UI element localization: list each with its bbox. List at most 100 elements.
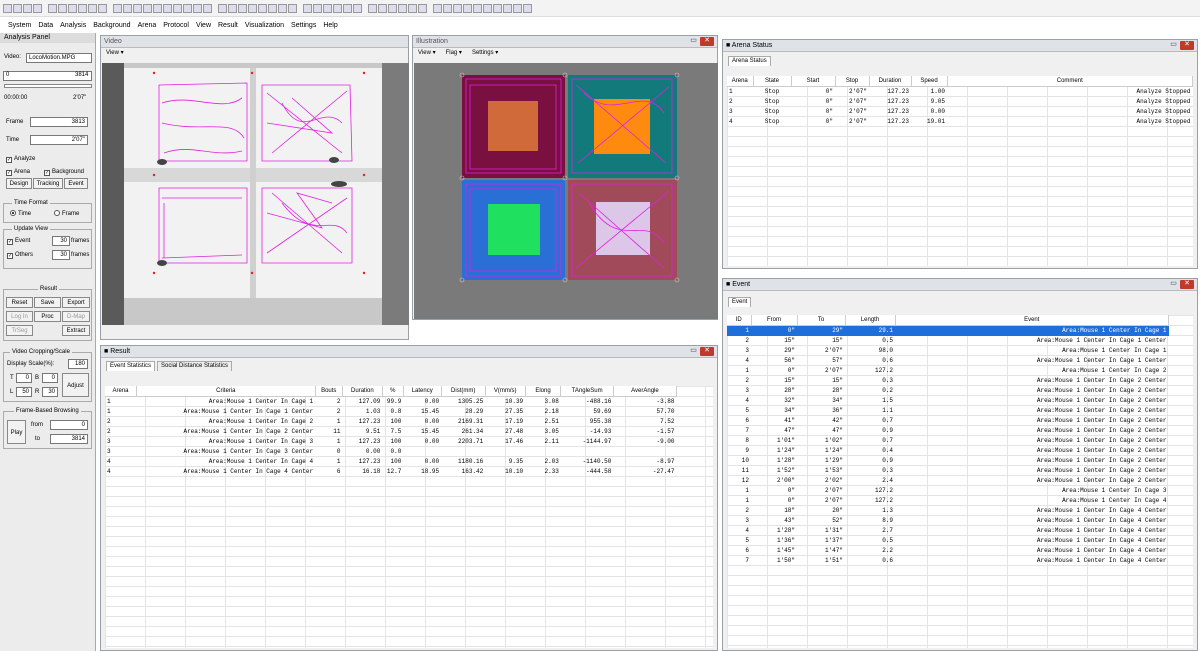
tool-icon[interactable] bbox=[378, 3, 387, 13]
illustration-view-menu[interactable]: View ▾ bbox=[418, 48, 436, 59]
menu-settings[interactable]: Settings bbox=[291, 22, 316, 29]
event-row[interactable]: 4 1'28" 1'31" 2.7 Area:Mouse 1 Center In Cag… bbox=[727, 526, 1169, 536]
tab-event[interactable]: Event bbox=[728, 297, 752, 307]
column-header[interactable]: Duration bbox=[342, 386, 383, 397]
illustration-settings-menu[interactable]: Settings ▾ bbox=[472, 48, 498, 59]
result-row[interactable]: 1 Area:Mouse 1 Center In Cage 1 2 127.09 99.… bbox=[105, 397, 677, 408]
column-header[interactable]: From bbox=[751, 315, 798, 326]
video-view-menu[interactable]: View ▾ bbox=[106, 48, 124, 59]
tool-icon[interactable] bbox=[183, 3, 192, 13]
tool-icon[interactable] bbox=[473, 3, 482, 13]
tool-icon[interactable] bbox=[418, 3, 427, 13]
tool-icon[interactable] bbox=[353, 3, 362, 13]
minimize-icon[interactable]: ▭ bbox=[689, 37, 698, 46]
tool-icon[interactable] bbox=[143, 3, 152, 13]
event-row[interactable]: 1 0" 29" 29.1 Area:Mouse 1 Center In Cage 1 bbox=[727, 325, 1169, 336]
tool-icon[interactable] bbox=[48, 3, 57, 13]
column-header[interactable]: Length bbox=[845, 315, 896, 326]
event-row[interactable]: 2 15" 15" 0.3 Area:Mouse 1 Center In Cage 2 … bbox=[727, 376, 1169, 386]
column-header[interactable]: Stop bbox=[835, 76, 870, 87]
tool-icon[interactable] bbox=[313, 3, 322, 13]
time-radio[interactable]: Time bbox=[10, 210, 31, 217]
column-header[interactable]: Bouts bbox=[315, 386, 343, 397]
background-checkbox[interactable]: ✓ Background bbox=[44, 169, 84, 176]
event-row[interactable]: 12 2'00" 2'02" 2.4 Area:Mouse 1 Center In Ca… bbox=[727, 476, 1169, 486]
time-field[interactable]: 2'07" bbox=[30, 135, 88, 145]
tool-icon[interactable] bbox=[173, 3, 182, 13]
adjust-button[interactable]: Adjust bbox=[62, 373, 89, 397]
others-frames-field[interactable]: 30 bbox=[52, 250, 70, 260]
column-header[interactable]: TAngleSum bbox=[560, 386, 614, 397]
tool-icon[interactable] bbox=[453, 3, 462, 13]
tool-icon[interactable] bbox=[388, 3, 397, 13]
column-header[interactable]: % bbox=[382, 386, 404, 397]
tool-icon[interactable] bbox=[248, 3, 257, 13]
from-field[interactable]: 0 bbox=[50, 420, 88, 430]
tool-icon[interactable] bbox=[303, 3, 312, 13]
column-header[interactable]: Arena bbox=[105, 386, 138, 397]
event-update-checkbox[interactable]: ✓ Event bbox=[7, 238, 30, 245]
tool-icon[interactable] bbox=[153, 3, 162, 13]
column-header[interactable]: Latency bbox=[403, 386, 442, 397]
tracking-button[interactable]: Tracking bbox=[33, 178, 63, 189]
tab-arena-status[interactable]: Arena Status bbox=[728, 56, 771, 66]
design-button[interactable]: Design bbox=[6, 178, 32, 189]
menu-help[interactable]: Help bbox=[323, 22, 337, 29]
menu-system[interactable]: System bbox=[8, 22, 31, 29]
minimize-icon[interactable]: ▭ bbox=[1169, 280, 1178, 289]
column-header[interactable]: Start bbox=[791, 76, 836, 87]
column-header[interactable]: ID bbox=[727, 315, 752, 326]
event-row[interactable]: 5 1'36" 1'37" 0.5 Area:Mouse 1 Center In Cag… bbox=[727, 536, 1169, 546]
extract-button[interactable]: Extract bbox=[62, 325, 90, 336]
tab-social-distance-statistics[interactable]: Social Distance Statistics bbox=[157, 361, 233, 371]
event-row[interactable]: 10 1'28" 1'29" 0.9 Area:Mouse 1 Center In Ca… bbox=[727, 456, 1169, 466]
column-header[interactable]: To bbox=[797, 315, 846, 326]
tool-icon[interactable] bbox=[23, 3, 32, 13]
tool-icon[interactable] bbox=[238, 3, 247, 13]
trseg-button[interactable]: TrSeg bbox=[6, 325, 33, 336]
tool-icon[interactable] bbox=[503, 3, 512, 13]
arena-row[interactable]: 2 Stop 0" 2'07" 127.23 9.05 Analyze Stopped bbox=[727, 97, 1193, 107]
event-row[interactable]: 3 29" 2'07" 98.0 Area:Mouse 1 Center In Cage… bbox=[727, 346, 1169, 356]
others-update-checkbox[interactable]: ✓ Others bbox=[7, 252, 33, 259]
result-row[interactable]: 4 Area:Mouse 1 Center In Cage 4 Center 6 16… bbox=[105, 467, 677, 477]
event-row[interactable]: 1 0" 2'07" 127.2 Area:Mouse 1 Center In Cage… bbox=[727, 496, 1169, 506]
proc-button[interactable]: Proc bbox=[34, 311, 61, 322]
column-header[interactable]: Duration bbox=[869, 76, 912, 87]
event-row[interactable]: 6 41" 42" 0.7 Area:Mouse 1 Center In Cage 2 … bbox=[727, 416, 1169, 426]
tab-event-statistics[interactable]: Event Statistics bbox=[106, 361, 156, 371]
arena-checkbox[interactable]: ✓ Arena bbox=[6, 169, 30, 176]
tool-icon[interactable] bbox=[113, 3, 122, 13]
tool-icon[interactable] bbox=[398, 3, 407, 13]
tool-icon[interactable] bbox=[228, 3, 237, 13]
event-row[interactable]: 1 0" 2'07" 127.2 Area:Mouse 1 Center In Cage… bbox=[727, 366, 1169, 376]
tool-icon[interactable] bbox=[493, 3, 502, 13]
close-icon[interactable]: ✕ bbox=[700, 37, 714, 46]
tool-icon[interactable] bbox=[288, 3, 297, 13]
result-row[interactable]: 2 Area:Mouse 1 Center In Cage 2 Center 11 9… bbox=[105, 427, 677, 437]
tool-icon[interactable] bbox=[513, 3, 522, 13]
result-row[interactable]: 3 Area:Mouse 1 Center In Cage 3 Center 0 0.… bbox=[105, 447, 677, 457]
event-row[interactable]: 6 1'45" 1'47" 2.2 Area:Mouse 1 Center In Cag… bbox=[727, 546, 1169, 556]
tool-icon[interactable] bbox=[523, 3, 532, 13]
minimize-icon[interactable]: ▭ bbox=[1169, 41, 1178, 50]
result-row[interactable]: 4 Area:Mouse 1 Center In Cage 4 1 127.23 100… bbox=[105, 457, 677, 467]
tool-icon[interactable] bbox=[463, 3, 472, 13]
tool-icon[interactable] bbox=[68, 3, 77, 13]
event-frames-field[interactable]: 30 bbox=[52, 236, 70, 246]
arena-row[interactable]: 1 Stop 0" 2'07" 127.23 1.00 Analyze Stopped bbox=[727, 87, 1193, 98]
event-row[interactable]: 3 28" 28" 0.2 Area:Mouse 1 Center In Cage 2 … bbox=[727, 386, 1169, 396]
dmap-button[interactable]: D-Map bbox=[62, 311, 90, 322]
tool-icon[interactable] bbox=[3, 3, 12, 13]
tool-icon[interactable] bbox=[58, 3, 67, 13]
menu-data[interactable]: Data bbox=[38, 22, 53, 29]
play-button[interactable]: Play bbox=[7, 420, 26, 444]
illustration-flag-menu[interactable]: Flag ▾ bbox=[446, 48, 462, 59]
column-header[interactable]: V(mm/s) bbox=[485, 386, 526, 397]
crop-right-field[interactable]: 30 bbox=[42, 387, 58, 397]
event-row[interactable]: 7 47" 47" 0.9 Area:Mouse 1 Center In Cage 2 … bbox=[727, 426, 1169, 436]
menu-visualization[interactable]: Visualization bbox=[245, 22, 284, 29]
event-row[interactable]: 5 34" 36" 1.1 Area:Mouse 1 Center In Cage 2 … bbox=[727, 406, 1169, 416]
tool-icon[interactable] bbox=[33, 3, 42, 13]
close-icon[interactable]: ✕ bbox=[1180, 280, 1194, 289]
